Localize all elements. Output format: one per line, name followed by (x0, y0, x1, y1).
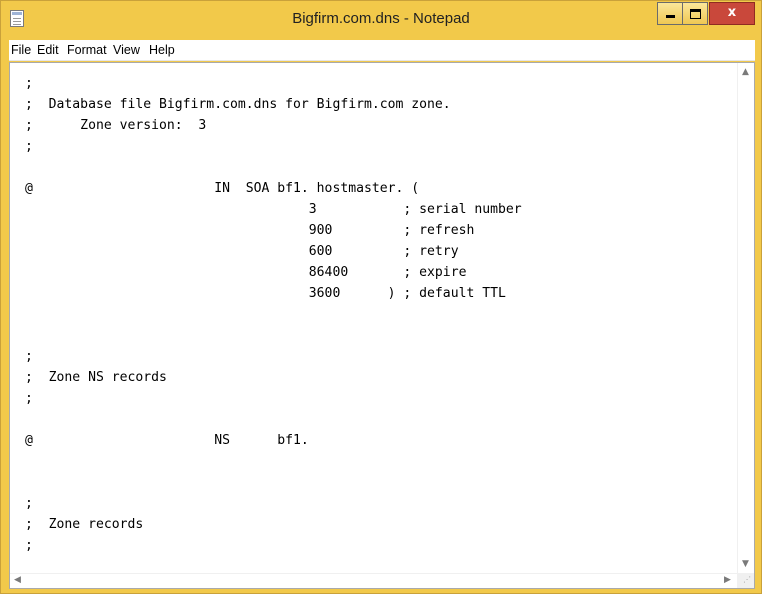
close-button[interactable]: x (709, 2, 755, 25)
menu-file[interactable]: File (11, 43, 31, 57)
title-bar[interactable]: Bigfirm.com.dns - Notepad x (1, 1, 761, 39)
menu-edit[interactable]: Edit (37, 43, 59, 57)
text-line: ; (25, 496, 33, 511)
text-line: ; Zone version: 3 (25, 118, 207, 133)
text-line: ; Database file Bigfirm.com.dns for Bigf… (25, 97, 451, 112)
window-title: Bigfirm.com.dns - Notepad (292, 10, 470, 27)
text-line: ; (25, 349, 33, 364)
text-line: @ NS bf1. (25, 433, 309, 448)
menu-format[interactable]: Format (67, 43, 107, 57)
resize-corner[interactable]: ⋰ (737, 573, 754, 588)
text-line: 3600 ) ; default TTL (25, 286, 506, 301)
document-text-area[interactable]: ; ; Database file Bigfirm.com.dns for Big… (10, 63, 737, 573)
minimize-icon (666, 15, 675, 18)
text-line: 86400 ; expire (25, 265, 467, 280)
text-line: @ IN SOA bf1. hostmaster. ( (25, 181, 420, 196)
chevron-up-icon[interactable]: ▲ (742, 68, 749, 77)
menu-view[interactable]: View (113, 43, 140, 57)
text-line: ; Zone records (25, 517, 144, 532)
minimize-button[interactable] (657, 2, 683, 25)
text-line: ; (25, 538, 33, 553)
menu-bar: File Edit Format View Help (9, 40, 755, 61)
close-icon: x (727, 5, 737, 20)
chevron-down-icon[interactable]: ▼ (742, 560, 749, 569)
chevron-left-icon[interactable]: ◀ (14, 576, 21, 585)
text-line: 900 ; refresh (25, 223, 475, 238)
resize-grip-icon[interactable]: ⋰ (743, 576, 751, 584)
text-editor: ; ; Database file Bigfirm.com.dns for Big… (9, 62, 755, 589)
text-line: 3 ; serial number (25, 202, 522, 217)
text-line: ; (25, 139, 33, 154)
text-line: ; (25, 76, 33, 91)
maximize-icon (690, 9, 701, 19)
text-line: ; (25, 391, 33, 406)
menu-help[interactable]: Help (149, 43, 175, 57)
vertical-scrollbar[interactable]: ▲ ▼ (737, 63, 754, 573)
text-line: ; Zone NS records (25, 370, 167, 385)
text-line: 600 ; retry (25, 244, 459, 259)
horizontal-scrollbar[interactable]: ◀ ▶ (10, 573, 737, 588)
notepad-window: Bigfirm.com.dns - Notepad x File Edit Fo… (0, 0, 762, 594)
chevron-right-icon[interactable]: ▶ (724, 576, 731, 585)
maximize-button[interactable] (682, 2, 708, 25)
